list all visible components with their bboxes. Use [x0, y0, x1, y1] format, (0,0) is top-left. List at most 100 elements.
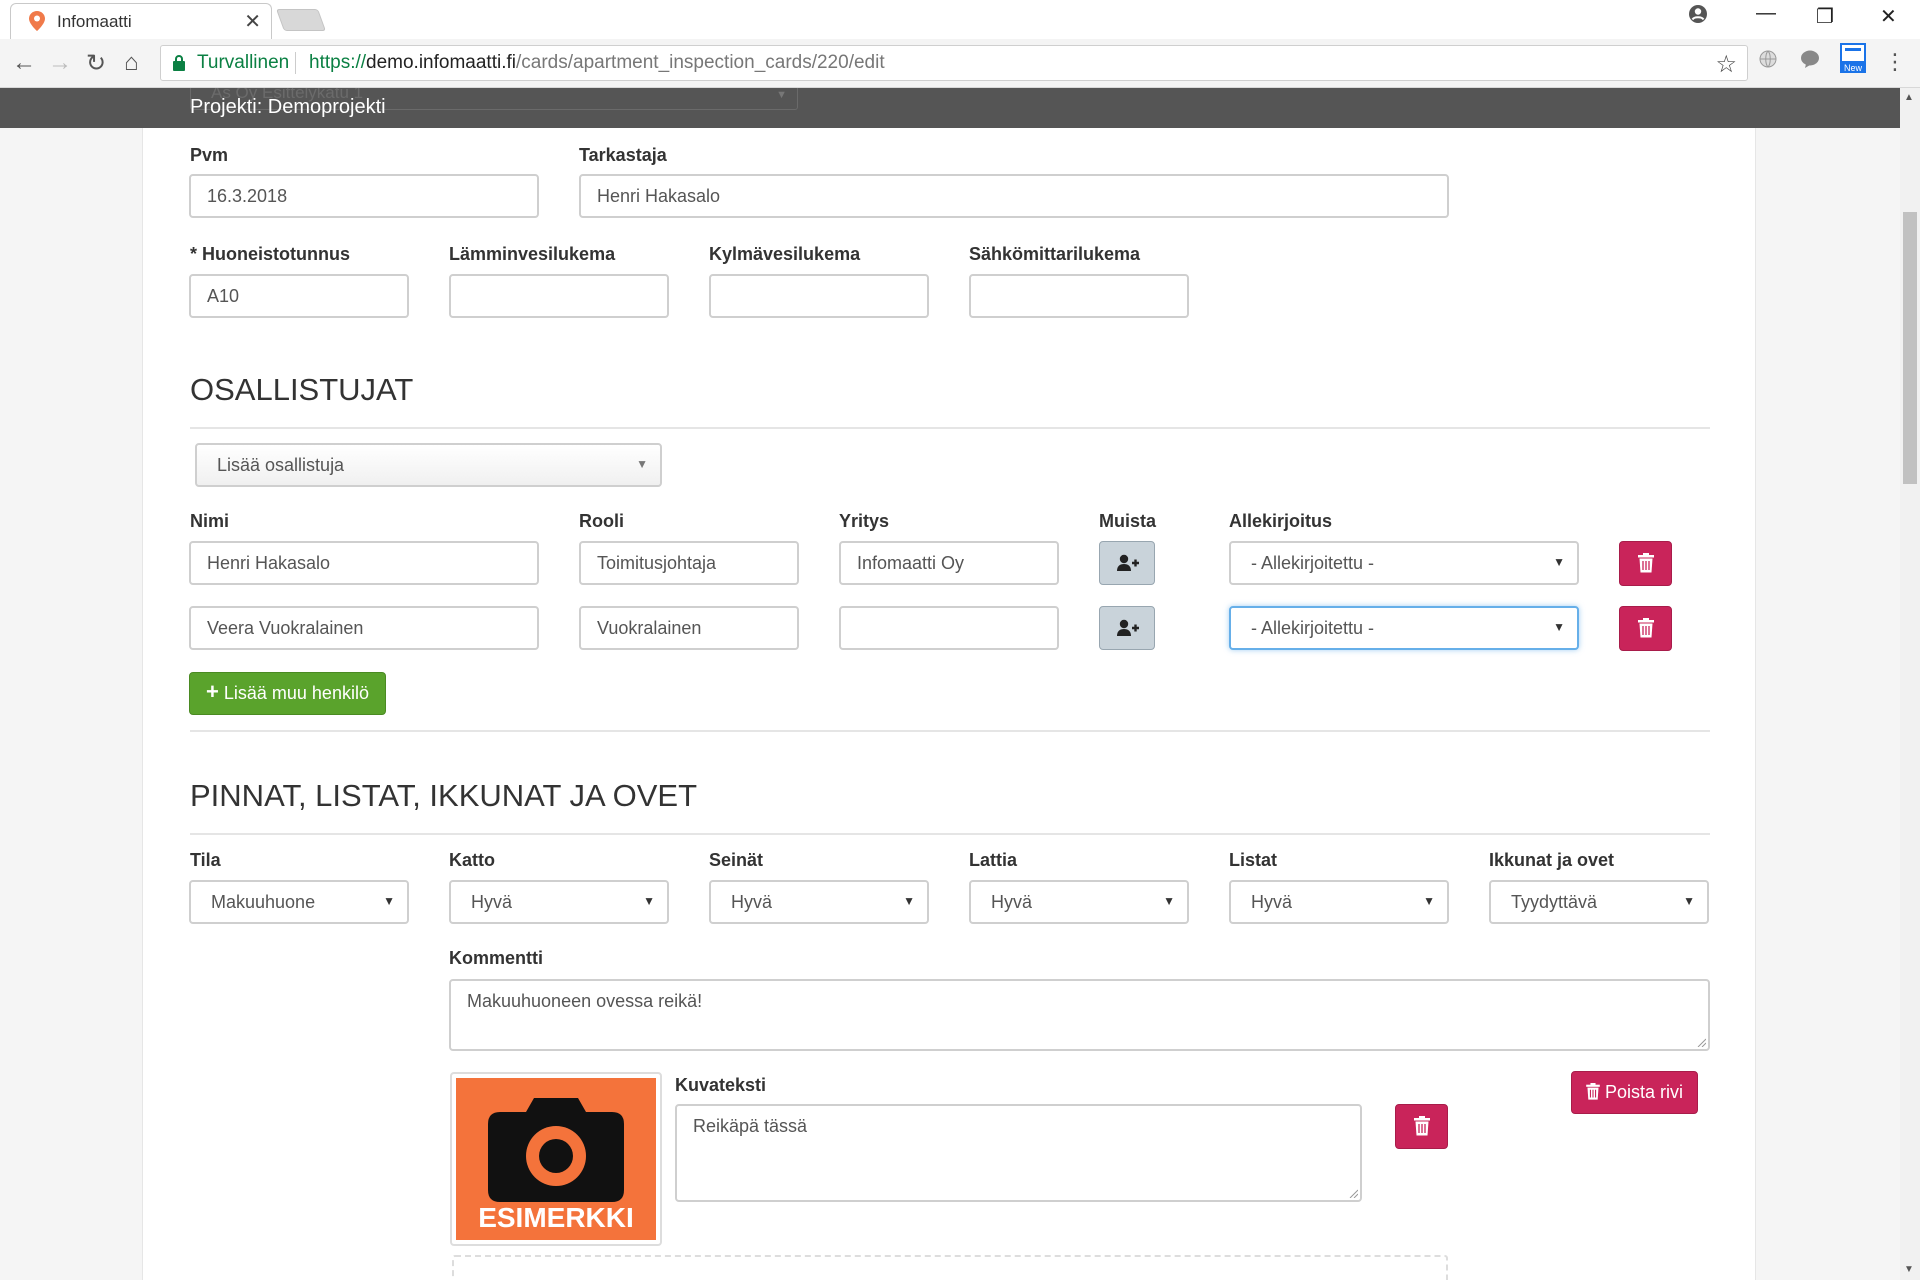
tab-title: Infomaatti — [57, 12, 132, 31]
scroll-up-icon[interactable]: ▲ — [1904, 92, 1914, 103]
trash-icon — [1638, 553, 1654, 573]
signature-select[interactable]: - Allekirjoitettu - ▼ — [1229, 541, 1579, 585]
forward-arrow-icon[interactable]: → — [48, 49, 72, 77]
participant-role-field[interactable]: Toimitusjohtaja — [579, 541, 799, 585]
scroll-down-icon[interactable]: ▼ — [1904, 1264, 1914, 1275]
delete-photo-button[interactable] — [1395, 1104, 1448, 1149]
tarkastaja-field[interactable]: Henri Hakasalo — [579, 174, 1449, 218]
home-icon[interactable]: ⌂ — [124, 49, 139, 77]
kommentti-textarea[interactable]: Makuuhuoneen ovessa reikä! — [449, 979, 1710, 1051]
ikkunat-select[interactable]: Tyydyttävä ▼ — [1489, 880, 1709, 924]
delete-participant-button[interactable] — [1619, 541, 1672, 586]
participant-company-field[interactable]: Infomaatti Oy — [839, 541, 1059, 585]
delete-row-button[interactable]: Poista rivi — [1571, 1071, 1699, 1114]
kuvateksti-value: Reikäpä tässä — [693, 1116, 808, 1136]
lamminvesi-field[interactable] — [449, 274, 669, 318]
lattia-select-value: Hyvä — [991, 892, 1033, 912]
new-tab-button[interactable] — [275, 9, 327, 31]
restore-icon[interactable]: ❐ — [1816, 4, 1834, 29]
chevron-down-icon: ▼ — [636, 457, 648, 471]
seinat-select[interactable]: Hyvä ▼ — [709, 880, 929, 924]
signature-select-value: - Allekirjoitettu - — [1251, 618, 1375, 638]
photo-caption-overlay: ESIMERKKI — [478, 1202, 634, 1233]
reload-icon[interactable]: ↻ — [86, 49, 106, 78]
bookmark-star-icon[interactable]: ☆ — [1715, 50, 1737, 79]
kommentti-value: Makuuhuoneen ovessa reikä! — [467, 991, 703, 1011]
tila-select[interactable]: Makuuhuone ▼ — [189, 880, 409, 924]
chevron-down-icon: ▼ — [1683, 894, 1695, 908]
lattia-label: Lattia — [969, 850, 1018, 870]
address-bar[interactable]: Turvallinen https://demo.infomaatti.fi/c… — [160, 45, 1748, 81]
col-rooli-label: Rooli — [579, 511, 624, 531]
delete-row-label: Poista rivi — [1605, 1082, 1684, 1102]
project-title: Projekti: Demoprojekti — [190, 96, 386, 118]
delete-participant-button[interactable] — [1619, 606, 1672, 651]
secure-label: Turvallinen — [197, 52, 290, 73]
resize-grip-icon[interactable] — [1348, 1188, 1358, 1198]
seinat-select-value: Hyvä — [731, 892, 773, 912]
browser-menu-icon[interactable]: ⋮ — [1884, 49, 1906, 75]
huoneistotunnus-field[interactable]: A10 — [189, 274, 409, 318]
participants-heading: OSALLISTUJAT — [190, 372, 414, 407]
trash-icon — [1638, 618, 1654, 638]
extension-new-icon[interactable]: New — [1840, 43, 1866, 78]
user-plus-icon — [1117, 554, 1139, 571]
resize-grip-icon[interactable] — [1696, 1037, 1706, 1047]
participant-name-field[interactable]: Veera Vuokralainen — [189, 606, 539, 650]
kylmavesi-label: Kylmävesilukema — [709, 244, 861, 264]
window-close-icon[interactable]: ✕ — [1880, 4, 1897, 29]
extension-globe-icon[interactable] — [1758, 49, 1778, 74]
listat-label: Listat — [1229, 850, 1278, 870]
camera-icon — [488, 1098, 624, 1202]
participant-company-field[interactable] — [839, 606, 1059, 650]
participant-name-field[interactable]: Henri Hakasalo — [189, 541, 539, 585]
minimize-icon[interactable]: — — [1756, 2, 1776, 25]
divider — [190, 427, 1710, 429]
page-scrollbar[interactable]: ▲ ▼ — [1900, 88, 1920, 1280]
page-viewport: As Oy Esittelykatu 1 ▼ Projekti: Demopro… — [0, 88, 1900, 1280]
profile-icon[interactable] — [1688, 4, 1708, 30]
pvm-field[interactable]: 16.3.2018 — [189, 174, 539, 218]
listat-select[interactable]: Hyvä ▼ — [1229, 880, 1449, 924]
chevron-down-icon: ▼ — [1163, 894, 1175, 908]
katto-select[interactable]: Hyvä ▼ — [449, 880, 669, 924]
kylmavesi-field[interactable] — [709, 274, 929, 318]
listat-select-value: Hyvä — [1251, 892, 1293, 912]
chevron-down-icon: ▼ — [383, 894, 395, 908]
lattia-select[interactable]: Hyvä ▼ — [969, 880, 1189, 924]
col-muista-label: Muista — [1099, 511, 1157, 531]
svg-text:New: New — [1844, 63, 1863, 73]
add-participant-select[interactable]: Lisää osallistuja ▼ — [195, 443, 662, 487]
add-person-button[interactable]: + Lisää muu henkilö — [189, 672, 386, 715]
project-bar: As Oy Esittelykatu 1 ▼ Projekti: Demopro… — [0, 88, 1900, 128]
chevron-down-icon: ▼ — [776, 89, 787, 101]
participant-role-field[interactable]: Vuokralainen — [579, 606, 799, 650]
ikkunat-select-value: Tyydyttävä — [1511, 892, 1598, 912]
scrollbar-thumb[interactable] — [1903, 212, 1917, 484]
browser-tab[interactable]: Infomaatti ✕ — [10, 3, 272, 39]
back-arrow-icon[interactable]: ← — [12, 49, 36, 77]
kuvateksti-label: Kuvateksti — [675, 1075, 767, 1095]
tila-select-value: Makuuhuone — [211, 892, 316, 912]
tab-close-icon[interactable]: ✕ — [244, 9, 261, 34]
sahkomittari-field[interactable] — [969, 274, 1189, 318]
tarkastaja-label: Tarkastaja — [579, 145, 667, 165]
extension-chat-icon[interactable] — [1800, 49, 1820, 74]
location-pin-icon — [29, 11, 45, 31]
tila-label: Tila — [190, 850, 221, 870]
divider — [190, 833, 1710, 835]
lock-icon — [173, 55, 185, 71]
browser-toolbar: ← → ↻ ⌂ Turvallinen https://demo.infomaa… — [0, 39, 1920, 88]
kommentti-label: Kommentti — [449, 948, 543, 968]
photo-dropzone[interactable] — [452, 1255, 1448, 1280]
remember-participant-button[interactable] — [1099, 541, 1155, 585]
signature-select-value: - Allekirjoitettu - — [1251, 553, 1375, 573]
browser-tabstrip: Infomaatti ✕ — ❐ ✕ — [0, 0, 1920, 39]
remember-participant-button[interactable] — [1099, 606, 1155, 650]
kuvateksti-textarea[interactable]: Reikäpä tässä — [675, 1104, 1362, 1202]
omnibox-separator — [295, 52, 296, 74]
divider — [190, 730, 1710, 732]
photo-thumbnail[interactable]: ESIMERKKI — [450, 1072, 662, 1246]
chevron-down-icon: ▼ — [1423, 894, 1435, 908]
signature-select[interactable]: - Allekirjoitettu - ▼ — [1229, 606, 1579, 650]
